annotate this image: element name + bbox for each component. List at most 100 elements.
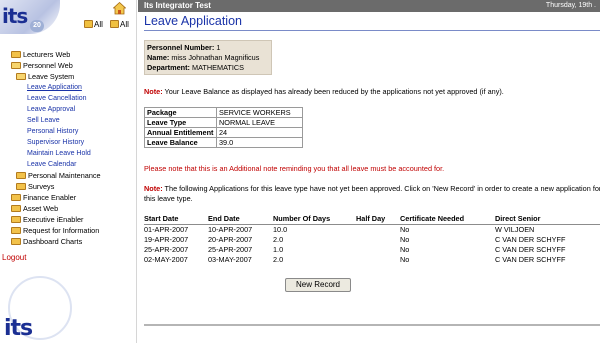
nav-label: Personal Maintenance xyxy=(28,171,101,180)
cell-certificate: No xyxy=(400,225,410,234)
folder-open-icon xyxy=(16,73,26,80)
nav-leave-system[interactable]: Leave System xyxy=(16,72,74,81)
folder-icon xyxy=(11,51,21,58)
col-end-date: End Date xyxy=(208,214,240,223)
cell-days: 2.0 xyxy=(273,235,284,244)
collapse-all-label: All xyxy=(120,20,129,29)
col-start-date: Start Date xyxy=(144,214,179,223)
nav-personal-maintenance[interactable]: Personal Maintenance xyxy=(16,171,101,180)
nav-label: Dashboard Charts xyxy=(23,237,83,246)
its-bottom-logo: its xyxy=(0,276,80,343)
nav-surveys[interactable]: Surveys xyxy=(16,182,54,191)
table-row: Annual Entitlement 24 xyxy=(144,127,303,138)
pending-applications-table: Start Date End Date Number Of Days Half … xyxy=(144,214,600,265)
pending-applications-note: Note: The following Applications for thi… xyxy=(144,184,600,204)
table-row: Leave Type NORMAL LEAVE xyxy=(144,117,303,128)
table-row: Leave Balance 39.0 xyxy=(144,137,303,148)
nav-asset-web[interactable]: Asset Web xyxy=(11,204,58,213)
cell-senior: C VAN DER SCHYFF xyxy=(495,245,566,254)
cell-end-date: 20-APR-2007 xyxy=(208,235,253,244)
col-number-of-days: Number Of Days xyxy=(273,214,331,223)
cell-senior: W VILJOEN xyxy=(495,225,535,234)
balance-note: Note: Your Leave Balance as displayed ha… xyxy=(144,87,504,97)
nav-label: Executive iEnabler xyxy=(23,215,84,224)
folder-icon xyxy=(11,238,21,245)
nav-leave-cancellation[interactable]: Leave Cancellation xyxy=(27,94,87,103)
col-half-day: Half Day xyxy=(356,214,386,223)
folder-icon xyxy=(11,194,21,201)
annual-entitlement-key: Annual Entitlement xyxy=(144,127,217,138)
personnel-name: miss Johnathan Magnificus xyxy=(171,53,260,62)
col-certificate-needed: Certificate Needed xyxy=(400,214,465,223)
title-divider xyxy=(144,30,600,31)
cell-end-date: 25-APR-2007 xyxy=(208,245,253,254)
table-header-row: Start Date End Date Number Of Days Half … xyxy=(144,214,600,224)
table-row: 19-APR-2007 20-APR-2007 2.0 No C VAN DER… xyxy=(144,235,600,245)
nav-label: Finance Enabler xyxy=(23,193,77,202)
folder-icon xyxy=(11,216,21,223)
table-row: 25-APR-2007 25-APR-2007 1.0 No C VAN DER… xyxy=(144,245,600,255)
folder-icon xyxy=(16,183,26,190)
note-text: Your Leave Balance as displayed has alre… xyxy=(162,87,504,96)
department-label: Department: xyxy=(147,63,190,72)
bottom-logo-text: its xyxy=(4,316,33,341)
nav-personnel-web[interactable]: Personnel Web xyxy=(11,61,73,70)
nav-maintain-leave-hold[interactable]: Maintain Leave Hold xyxy=(27,149,91,158)
nav-leave-calendar[interactable]: Leave Calendar xyxy=(27,160,76,169)
current-date: Thursday, 19th . xyxy=(545,2,596,9)
main-content: Its Integrator Test Thursday, 19th . Lea… xyxy=(138,0,600,343)
leave-balance-value: 39.0 xyxy=(216,137,303,148)
page-title: Leave Application xyxy=(144,14,242,28)
its-logo: its 20 xyxy=(0,0,60,34)
personnel-info: Personnel Number: 1 Name: miss Johnathan… xyxy=(144,40,272,75)
nav-label: Request for Information xyxy=(23,226,100,235)
bottom-divider xyxy=(144,324,600,326)
logo-badge: 20 xyxy=(30,20,44,32)
table-row: Package SERVICE WORKERS xyxy=(144,107,303,118)
department: MATHEMATICS xyxy=(192,63,245,72)
expand-all-link[interactable]: All xyxy=(84,20,103,29)
cell-start-date: 19-APR-2007 xyxy=(144,235,189,244)
name-label: Name: xyxy=(147,53,170,62)
cell-senior: C VAN DER SCHYFF xyxy=(495,235,566,244)
nav-dashboard-charts[interactable]: Dashboard Charts xyxy=(11,237,82,246)
nav-label: Asset Web xyxy=(23,204,59,213)
sidebar: its 20 All All Lecturers Web Personnel W… xyxy=(0,0,137,343)
table-row: 01-APR-2007 10-APR-2007 10.0 No W VILJOE… xyxy=(144,225,600,235)
nav-executive-ienabler[interactable]: Executive iEnabler xyxy=(11,215,83,224)
cell-certificate: No xyxy=(400,235,410,244)
nav-finance-enabler[interactable]: Finance Enabler xyxy=(11,193,76,202)
package-key: Package xyxy=(144,107,217,118)
nav-lecturers-web[interactable]: Lecturers Web xyxy=(11,50,70,59)
nav-label: Surveys xyxy=(28,182,55,191)
note-label: Note: xyxy=(144,184,163,193)
nav-label: Leave System xyxy=(28,72,75,81)
table-header-divider xyxy=(144,224,600,225)
nav-personal-history[interactable]: Personal History xyxy=(27,127,78,136)
note-text: The following Applications for this leav… xyxy=(144,184,600,203)
nav-label: Lecturers Web xyxy=(23,50,71,59)
folder-icon xyxy=(110,20,119,28)
cell-senior: C VAN DER SCHYFF xyxy=(495,255,566,264)
cell-end-date: 10-APR-2007 xyxy=(208,225,253,234)
package-value: SERVICE WORKERS xyxy=(216,107,303,118)
annual-entitlement-value: 24 xyxy=(216,127,303,138)
new-record-button[interactable]: New Record xyxy=(285,278,351,292)
nav-leave-approval[interactable]: Leave Approval xyxy=(27,105,75,114)
folder-icon xyxy=(84,20,93,28)
title-bar: Its Integrator Test Thursday, 19th . xyxy=(138,0,600,12)
note-label: Note: xyxy=(144,87,163,96)
col-direct-senior: Direct Senior xyxy=(495,214,541,223)
nav-sell-leave[interactable]: Sell Leave xyxy=(27,116,60,125)
nav-label: Personnel Web xyxy=(23,61,73,70)
home-icon[interactable] xyxy=(113,2,126,15)
nav-request-for-information[interactable]: Request for Information xyxy=(11,226,99,235)
collapse-all-link[interactable]: All xyxy=(110,20,129,29)
logout-link[interactable]: Logout xyxy=(2,253,26,262)
nav-leave-application[interactable]: Leave Application xyxy=(27,83,82,92)
cell-start-date: 25-APR-2007 xyxy=(144,245,189,254)
package-table: Package SERVICE WORKERS Leave Type NORMAL … xyxy=(144,107,303,148)
expand-all-label: All xyxy=(94,20,103,29)
cell-days: 2.0 xyxy=(273,255,284,264)
nav-supervisor-history[interactable]: Supervisor History xyxy=(27,138,84,147)
